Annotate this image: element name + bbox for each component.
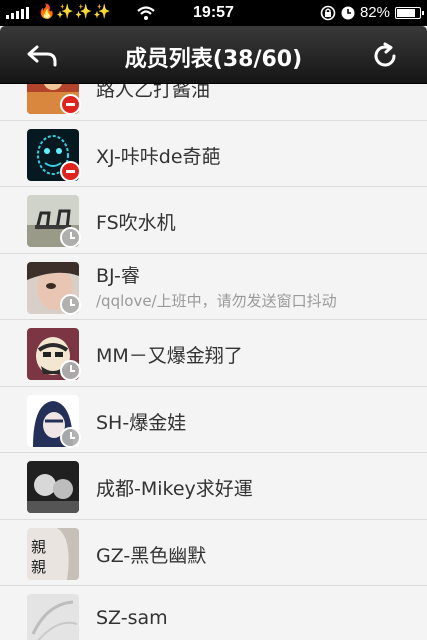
status-bar: 🔥✨✨✨ 19:57 82%	[0, 0, 427, 26]
remove-badge-icon[interactable]	[60, 160, 81, 182]
member-row[interactable]: SH-爆金娃	[0, 386, 427, 453]
member-name: SZ-sam	[96, 607, 168, 629]
nav-bar: 成员列表(38/60)	[0, 26, 427, 84]
remove-badge-icon[interactable]	[60, 94, 81, 115]
member-row[interactable]: SZ-sam	[0, 586, 427, 640]
avatar-image	[27, 594, 79, 640]
member-row[interactable]: 親親 GZ-黑色幽默	[0, 519, 427, 586]
svg-text:親: 親	[31, 538, 46, 556]
page-title: 成员列表(38/60)	[124, 47, 303, 72]
svg-text:親: 親	[31, 558, 46, 576]
clock-badge-icon	[60, 426, 81, 448]
member-row[interactable]: BJ-睿/qqlove/上班中，请勿发送窗口抖动	[0, 253, 427, 320]
member-name: BJ-睿	[96, 264, 140, 287]
member-name: MM－又爆金翔了	[96, 345, 243, 367]
member-row[interactable]: 路人乙打酱油	[0, 84, 427, 121]
member-row[interactable]: MM－又爆金翔了	[0, 320, 427, 387]
avatar[interactable]: 親親	[27, 527, 79, 580]
member-name: FS吹水机	[96, 212, 176, 234]
battery-percent: 82%	[359, 4, 390, 21]
member-list[interactable]: 路人乙打酱油 XJ-咔咔de奇葩 FS吹水机 BJ-睿/qqlove/上班中，请勿发送…	[0, 84, 427, 640]
clock-badge-icon	[60, 293, 81, 315]
status-right: 82%	[320, 4, 424, 21]
avatar-image: 親親	[27, 527, 79, 580]
member-rows: 路人乙打酱油 XJ-咔咔de奇葩 FS吹水机 BJ-睿/qqlove/上班中，请勿发送…	[0, 84, 427, 640]
member-row[interactable]: FS吹水机	[0, 187, 427, 254]
avatar[interactable]	[27, 461, 79, 513]
avatar[interactable]	[27, 594, 79, 640]
refresh-icon	[374, 42, 396, 67]
member-name: GZ-黑色幽默	[96, 544, 207, 567]
battery-fill	[397, 8, 416, 17]
battery-icon	[395, 6, 424, 19]
member-row[interactable]: XJ-咔咔de奇葩	[0, 120, 427, 187]
member-name: 成都-Mikey求好運	[96, 478, 253, 500]
refresh-button[interactable]	[365, 36, 405, 76]
member-row[interactable]: 成都-Mikey求好運	[0, 453, 427, 520]
member-status: /qqlove/上班中，请勿发送窗口抖动	[96, 291, 337, 310]
avatar-image	[27, 461, 79, 513]
clock-badge-icon	[60, 360, 81, 381]
alarm-icon	[341, 6, 355, 19]
member-name: XJ-咔咔de奇葩	[96, 145, 221, 168]
member-name: 路人乙打酱油	[96, 84, 211, 101]
clock-badge-icon	[60, 227, 81, 248]
orientation-lock-icon	[320, 5, 336, 20]
member-name: SH-爆金娃	[96, 411, 187, 434]
